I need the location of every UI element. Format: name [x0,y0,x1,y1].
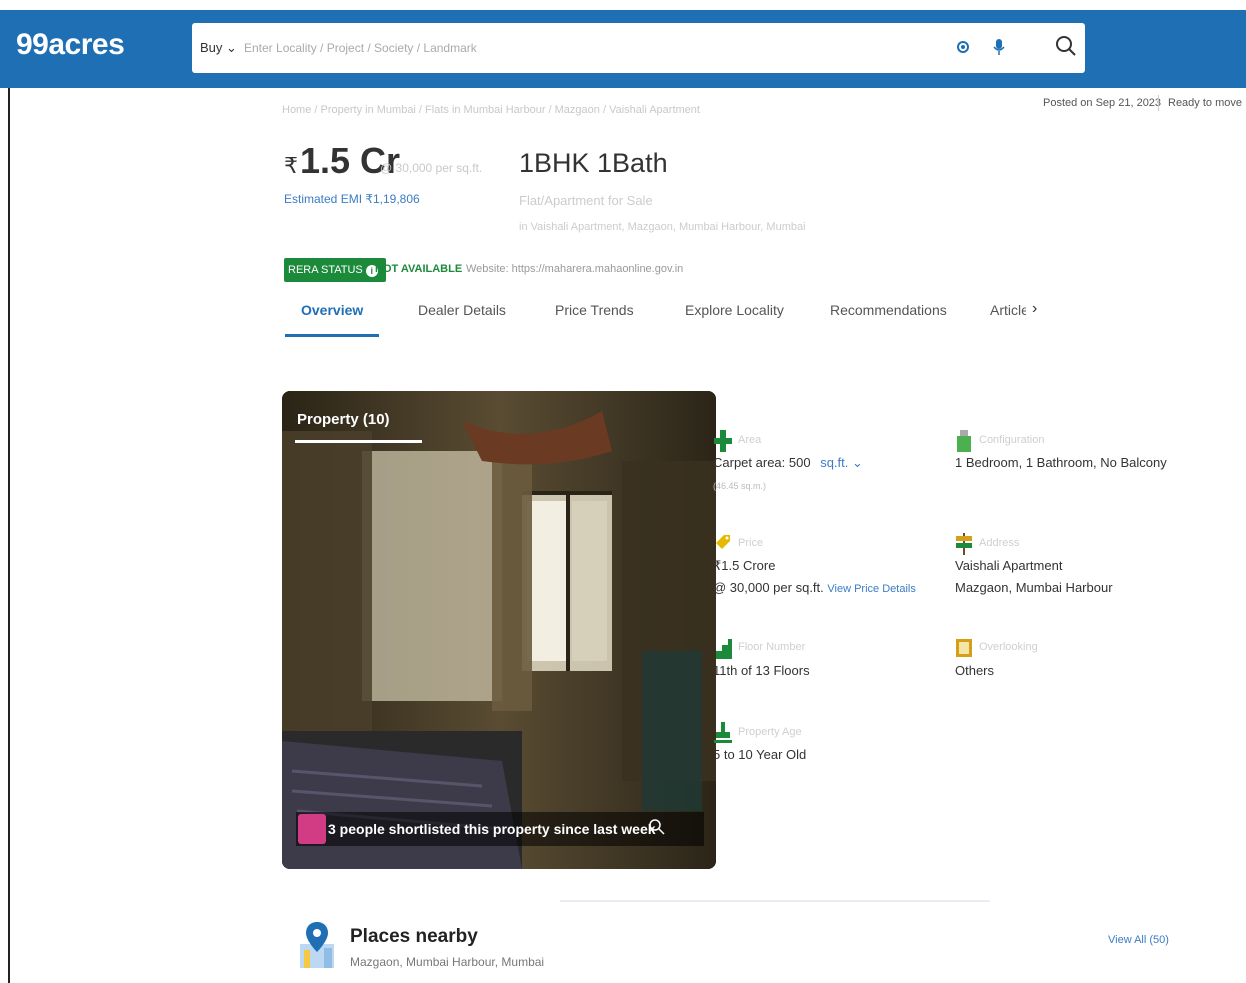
places-nearby-subtitle: Mazgaon, Mumbai Harbour, Mumbai [350,955,545,969]
tab-explore-locality[interactable]: Explore Locality [685,302,784,318]
view-all-places-link[interactable]: View All (50) [1108,934,1169,946]
area-unit-dropdown[interactable]: sq.ft. ⌄ [820,455,863,470]
price-per-sqft-detail: @ 30,000 per sq.ft. View Price Details [713,580,916,595]
rera-status-badge: RERA STATUS i [284,258,386,282]
floor-icon [716,639,732,659]
heart-icon [298,814,326,844]
search-icon[interactable] [1054,34,1078,58]
address-line1: Vaishali Apartment [955,558,1063,573]
photo-count-label[interactable]: Property (10) [297,411,390,428]
carpet-area: Carpet area: 500 [713,455,811,470]
view-price-details-link[interactable]: View Price Details [827,583,915,595]
price-per-sqft: @ 30,000 per sq.ft. [380,161,483,175]
site-logo[interactable]: 99acres [16,28,125,62]
zoom-icon[interactable] [648,818,666,836]
overlooking-label: Overlooking [979,641,1038,653]
rera-website[interactable]: Website: https://maharera.mahaonline.gov… [466,263,683,275]
buy-dropdown[interactable]: Buy ⌄ [200,40,237,56]
shortlist-banner: 3 people shortlisted this property since… [296,812,704,846]
possession-status: Ready to move [1168,97,1242,109]
breadcrumb[interactable]: Home / Property in Mumbai / Flats in Mum… [282,104,700,116]
tab-overview[interactable]: Overview [301,302,363,318]
address-label: Address [979,537,1020,549]
posted-date: Posted on Sep 21, 2023 [1043,97,1162,109]
configuration-value: 1 Bedroom, 1 Bathroom, No Balcony [955,455,1167,470]
price-label: Price [738,537,764,549]
configuration-label: Configuration [979,434,1045,446]
price-per-text: @ 30,000 per sq.ft. [713,580,824,595]
active-tab-indicator [285,334,379,337]
places-nearby-title: Places nearby [350,926,478,947]
floor-label: Floor Number [738,641,806,653]
rera-badge-label: RERA STATUS [288,264,363,276]
divider [1158,95,1159,111]
property-address: in Vaishali Apartment, Mazgaon, Mumbai H… [519,221,806,233]
property-type: Flat/Apartment for Sale [519,193,653,208]
microphone-icon[interactable] [992,37,1006,57]
tab-article[interactable]: Article [990,302,1026,318]
area-value: Carpet area: 500 sq.ft. ⌄ [713,455,863,471]
rera-status-value: NOT AVAILABLE [375,263,463,275]
shortlist-text: 3 people shortlisted this property since… [328,821,656,837]
property-age-icon [714,722,732,743]
photo-label-underline [295,440,422,443]
area-icon [714,430,732,452]
configuration-icon [957,430,971,452]
bhk-heading: 1BHK 1Bath [519,148,668,178]
top-header: 99acres Buy ⌄ [0,10,1246,88]
area-label: Area [738,434,762,446]
search-input[interactable] [244,36,924,60]
section-divider [560,900,990,902]
price-tag-icon [716,535,730,549]
bedroom-photo-image [282,391,716,869]
property-age-value: 5 to 10 Year Old [713,747,807,762]
overlooking-window-icon [956,639,972,657]
address-signpost-icon [956,533,972,555]
overlooking-value: Others [955,663,995,678]
price-value: ₹1.5 Crore [713,558,776,573]
tab-price-trends[interactable]: Price Trends [555,302,634,318]
tab-dealer-details[interactable]: Dealer Details [418,302,506,318]
property-age-label: Property Age [738,726,802,738]
address-line2: Mazgaon, Mumbai Harbour [955,580,1113,595]
page-border [8,88,10,983]
area-sqm: (46.45 sq.m.) [713,481,767,491]
search-bar: Buy ⌄ [192,23,1085,73]
location-icon[interactable] [956,38,970,56]
tab-recommendations[interactable]: Recommendations [830,302,947,318]
emi-link[interactable]: Estimated EMI ₹1,19,806 [284,192,420,206]
rupee-symbol: ₹ [284,153,298,178]
chevron-right-icon[interactable]: › [1032,300,1037,318]
floor-value: 11th of 13 Floors [713,663,810,678]
property-photo[interactable]: Property (10) 3 people shortlisted this … [282,391,716,869]
places-map-pin-icon [300,922,334,968]
